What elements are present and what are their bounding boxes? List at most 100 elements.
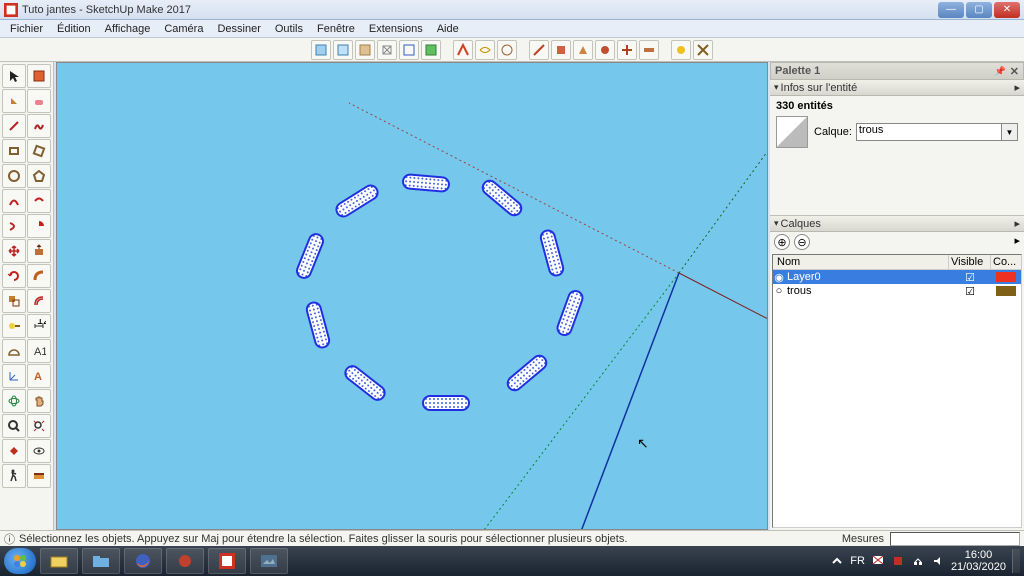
plugin-5-button[interactable]	[551, 40, 571, 60]
task-other[interactable]	[166, 548, 204, 574]
tape-tool[interactable]	[2, 314, 26, 338]
panel-close-icon[interactable]: ✕	[1010, 65, 1019, 78]
hidden-line-button[interactable]	[399, 40, 419, 60]
menu-caméra[interactable]: Caméra	[158, 22, 209, 36]
task-image[interactable]	[250, 548, 288, 574]
layer-color-swatch[interactable]	[991, 286, 1021, 296]
freehand-tool[interactable]	[27, 114, 51, 138]
task-folder[interactable]	[82, 548, 120, 574]
plugin-9-button[interactable]	[639, 40, 659, 60]
layers-header[interactable]: Calques▸	[770, 216, 1024, 232]
lang-indicator[interactable]: FR	[850, 555, 865, 567]
move-tool[interactable]	[2, 239, 26, 263]
start-button[interactable]	[4, 548, 36, 574]
layer-name[interactable]: trous	[785, 285, 949, 297]
pan-tool[interactable]	[27, 389, 51, 413]
clock[interactable]: 16:00 21/03/2020	[951, 549, 1006, 573]
layer-active-radio[interactable]: ○	[773, 285, 785, 297]
layer-active-radio[interactable]: ◉	[773, 271, 785, 284]
close-button[interactable]: ✕	[994, 2, 1020, 18]
paint-bucket-tool[interactable]	[2, 89, 26, 113]
pin-icon[interactable]: 📌	[995, 66, 1006, 77]
layer-color-swatch[interactable]	[991, 272, 1021, 282]
plugin-1-button[interactable]	[453, 40, 473, 60]
shaded-style-3-button[interactable]	[355, 40, 375, 60]
line-tool[interactable]	[2, 114, 26, 138]
menu-dessiner[interactable]: Dessiner	[211, 22, 266, 36]
look-around-tool[interactable]	[27, 439, 51, 463]
palette-header[interactable]: Palette 1 📌 ✕	[770, 62, 1024, 80]
tray-up-icon[interactable]	[830, 554, 844, 568]
2pt-arc-tool[interactable]	[27, 189, 51, 213]
rotate-tool[interactable]	[2, 264, 26, 288]
menu-édition[interactable]: Édition	[51, 22, 97, 36]
followme-tool[interactable]	[27, 264, 51, 288]
menu-fichier[interactable]: Fichier	[4, 22, 49, 36]
axes-tool[interactable]	[2, 364, 26, 388]
measures-input[interactable]	[890, 532, 1020, 546]
layer-select[interactable]: trous	[856, 123, 1002, 141]
offset-tool[interactable]	[27, 289, 51, 313]
menu-icon[interactable]: ▸	[1014, 81, 1020, 94]
show-desktop-button[interactable]	[1012, 549, 1020, 573]
task-firefox[interactable]	[124, 548, 162, 574]
task-explorer[interactable]	[40, 548, 78, 574]
menu-affichage[interactable]: Affichage	[99, 22, 157, 36]
3dtext-tool[interactable]: A	[27, 364, 51, 388]
plugin-3-button[interactable]	[497, 40, 517, 60]
pie-tool[interactable]	[27, 214, 51, 238]
chevron-down-icon[interactable]: ▼	[1002, 123, 1018, 141]
material-swatch[interactable]	[776, 116, 808, 148]
monochrome-button[interactable]	[421, 40, 441, 60]
rectangle-tool[interactable]	[2, 139, 26, 163]
menu-icon[interactable]: ▸	[1014, 217, 1020, 230]
layer-row[interactable]: ○trous☑	[773, 284, 1021, 298]
select-tool[interactable]	[2, 64, 26, 88]
position-camera-tool[interactable]	[2, 439, 26, 463]
network-icon[interactable]	[911, 554, 925, 568]
layer-visible-checkbox[interactable]: ☑	[949, 285, 991, 298]
3pt-arc-tool[interactable]	[2, 214, 26, 238]
protractor-tool[interactable]	[2, 339, 26, 363]
viewport[interactable]: ↖	[56, 62, 768, 530]
entity-info-header[interactable]: Infos sur l'entité▸	[770, 80, 1024, 96]
task-sketchup[interactable]	[208, 548, 246, 574]
polygon-tool[interactable]	[27, 164, 51, 188]
shaded-style-1-button[interactable]	[311, 40, 331, 60]
minimize-button[interactable]: —	[938, 2, 964, 18]
settings-button[interactable]	[693, 40, 713, 60]
av-icon[interactable]	[891, 554, 905, 568]
zoom-extents-tool[interactable]	[27, 414, 51, 438]
make-component-tool[interactable]	[27, 64, 51, 88]
col-name[interactable]: Nom	[773, 255, 949, 269]
flag-icon[interactable]	[871, 554, 885, 568]
layer-row[interactable]: ◉Layer0☑	[773, 270, 1021, 284]
circle-tool[interactable]	[2, 164, 26, 188]
add-layer-button[interactable]: ⊕	[774, 234, 790, 250]
volume-icon[interactable]	[931, 554, 945, 568]
plugin-6-button[interactable]	[573, 40, 593, 60]
text-tool[interactable]: A1	[27, 339, 51, 363]
section-tool[interactable]	[27, 464, 51, 488]
scale-tool[interactable]	[2, 289, 26, 313]
plugin-2-button[interactable]	[475, 40, 495, 60]
menu-aide[interactable]: Aide	[431, 22, 465, 36]
layers-menu-icon[interactable]: ▸	[1014, 234, 1020, 250]
eraser-tool[interactable]	[27, 89, 51, 113]
zoom-tool[interactable]	[2, 414, 26, 438]
layer-visible-checkbox[interactable]: ☑	[949, 271, 991, 284]
orbit-tool[interactable]	[2, 389, 26, 413]
col-visible[interactable]: Visible	[949, 255, 991, 269]
pushpull-tool[interactable]	[27, 239, 51, 263]
shape-capsule[interactable]	[422, 395, 470, 411]
plugin-8-button[interactable]	[617, 40, 637, 60]
col-color[interactable]: Co...	[991, 255, 1021, 269]
wireframe-button[interactable]	[377, 40, 397, 60]
maximize-button[interactable]: ▢	[966, 2, 992, 18]
menu-outils[interactable]: Outils	[269, 22, 309, 36]
remove-layer-button[interactable]: ⊖	[794, 234, 810, 250]
sun-button[interactable]	[671, 40, 691, 60]
dimension-tool[interactable]: 12	[27, 314, 51, 338]
rotated-rect-tool[interactable]	[27, 139, 51, 163]
menu-fenêtre[interactable]: Fenêtre	[311, 22, 361, 36]
